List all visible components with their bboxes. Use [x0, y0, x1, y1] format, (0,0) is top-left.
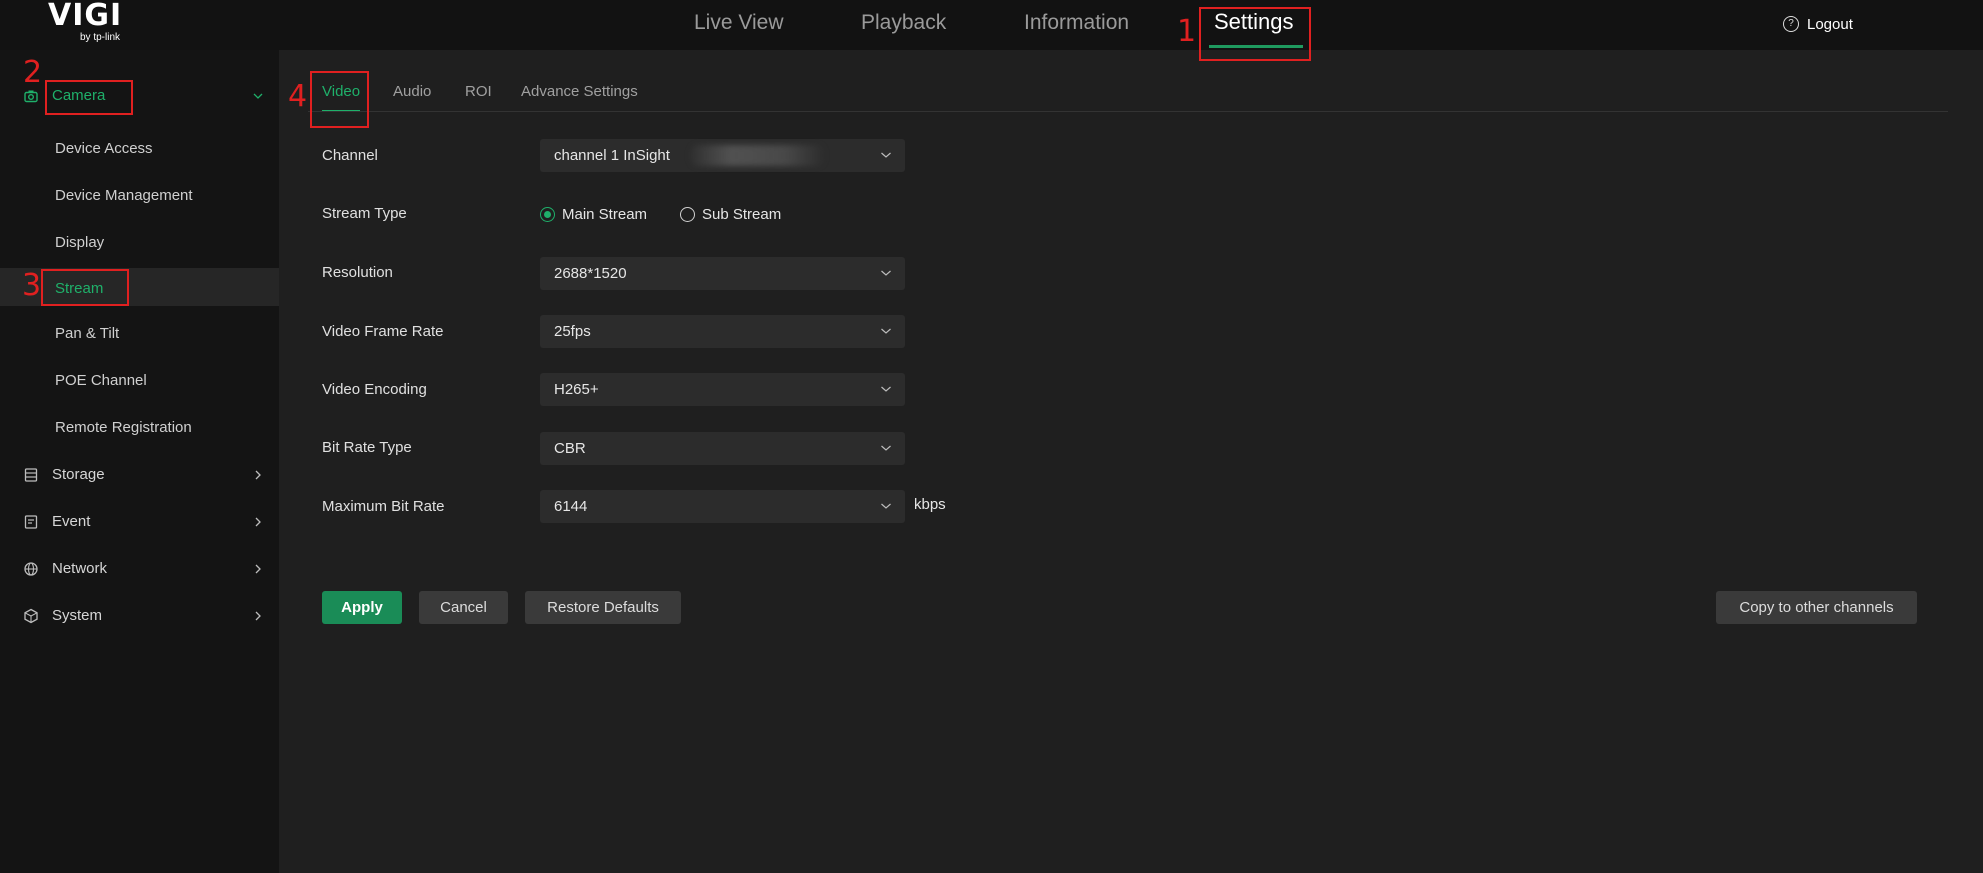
chevron-right-icon[interactable]: [251, 560, 265, 578]
copy-to-channels-button[interactable]: Copy to other channels: [1716, 591, 1917, 624]
radio-label: Main Stream: [562, 205, 648, 223]
camera-icon: [24, 90, 38, 103]
chevron-right-icon[interactable]: [251, 607, 265, 625]
tab-advance-settings[interactable]: Advance Settings: [521, 82, 638, 102]
nav-live-view[interactable]: Live View: [694, 10, 784, 36]
encoding-label: Video Encoding: [322, 381, 427, 398]
encoding-value: H265+: [554, 381, 599, 398]
annotation-number-2: 2: [23, 55, 43, 90]
sidebar-item-label: Device Management: [55, 187, 193, 204]
sidebar-group-storage[interactable]: Storage: [0, 457, 279, 493]
chevron-down-icon[interactable]: [251, 87, 265, 105]
sidebar-group-network[interactable]: Network: [0, 551, 279, 587]
chevron-down-icon: [881, 445, 891, 451]
sidebar-item-device-access[interactable]: Device Access: [0, 130, 279, 168]
globe-icon: [24, 562, 38, 576]
bit-rate-type-label: Bit Rate Type: [322, 439, 412, 456]
bit-rate-type-value: CBR: [554, 440, 586, 457]
frame-rate-select[interactable]: 25fps: [540, 315, 905, 348]
sidebar-item-display[interactable]: Display: [0, 224, 279, 262]
chevron-right-icon[interactable]: [251, 466, 265, 484]
cancel-button[interactable]: Cancel: [419, 591, 508, 624]
sidebar-item-device-management[interactable]: Device Management: [0, 177, 279, 215]
annotation-number-3: 3: [22, 268, 42, 303]
chevron-down-icon: [881, 503, 891, 509]
stream-type-label: Stream Type: [322, 205, 407, 222]
annotation-box-camera: [45, 80, 133, 115]
sidebar-item-label: Display: [55, 234, 105, 251]
encoding-select[interactable]: H265+: [540, 373, 905, 406]
sidebar-item-label: Device Access: [55, 140, 153, 157]
sidebar-item-poe-channel[interactable]: POE Channel: [0, 362, 279, 400]
system-cube-icon: [24, 608, 38, 624]
sidebar-item-label: Remote Registration: [55, 419, 192, 436]
sidebar-group-label: Event: [52, 513, 91, 530]
top-navigation-bar: VIGI by tp-link Live View Playback Infor…: [0, 0, 1983, 50]
logo-text: VIGI: [48, 0, 123, 33]
storage-icon: [24, 468, 38, 482]
chevron-down-icon: [881, 386, 891, 392]
frame-rate-label: Video Frame Rate: [322, 323, 444, 340]
resolution-value: 2688*1520: [554, 265, 627, 282]
nav-playback[interactable]: Playback: [861, 10, 946, 36]
apply-button[interactable]: Apply: [322, 591, 402, 624]
chevron-down-icon: [881, 328, 891, 334]
tab-audio[interactable]: Audio: [393, 82, 431, 102]
nav-information[interactable]: Information: [1024, 10, 1129, 36]
annotation-box-video-tab: [310, 71, 369, 128]
annotation-box-stream: [41, 269, 129, 306]
chevron-right-icon[interactable]: [251, 513, 265, 531]
sidebar-item-remote-registration[interactable]: Remote Registration: [0, 409, 279, 447]
channel-value: channel 1 InSight: [554, 147, 670, 164]
tab-roi[interactable]: ROI: [465, 82, 492, 102]
logo-tagline: by tp-link: [80, 32, 121, 43]
radio-label: Sub Stream: [702, 205, 782, 223]
max-bit-rate-label: Maximum Bit Rate: [322, 498, 445, 515]
sidebar-item-label: Pan & Tilt: [55, 325, 120, 342]
sidebar-item-pan-tilt[interactable]: Pan & Tilt: [0, 315, 279, 353]
redacted-channel-name: [690, 145, 825, 166]
chevron-down-icon: [881, 152, 891, 158]
restore-defaults-button[interactable]: Restore Defaults: [525, 591, 681, 624]
radio-unchecked-icon: [680, 206, 695, 222]
sub-stream-radio[interactable]: Sub Stream: [680, 204, 781, 224]
channel-label: Channel: [322, 147, 378, 164]
sidebar: Camera Device Access Device Management D…: [0, 50, 279, 873]
frame-rate-value: 25fps: [554, 323, 591, 340]
channel-select[interactable]: channel 1 InSight: [540, 139, 905, 172]
sidebar-group-event[interactable]: Event: [0, 504, 279, 540]
annotation-number-1: 1: [1177, 14, 1197, 49]
resolution-label: Resolution: [322, 264, 393, 281]
tab-divider: [308, 111, 1948, 112]
logout-label: Logout: [1807, 15, 1853, 33]
main-stream-radio[interactable]: Main Stream: [540, 204, 647, 224]
annotation-number-4: 4: [288, 79, 308, 114]
vigi-logo: VIGI by tp-link: [48, 1, 132, 45]
resolution-select[interactable]: 2688*1520: [540, 257, 905, 290]
max-bit-rate-value: 6144: [554, 498, 588, 515]
sidebar-group-system[interactable]: System: [0, 598, 279, 634]
event-icon: [24, 515, 38, 529]
logout-button[interactable]: ? Logout: [1783, 14, 1853, 34]
bit-rate-type-select[interactable]: CBR: [540, 432, 905, 465]
annotation-box-settings: [1199, 7, 1311, 61]
radio-checked-icon: [540, 206, 555, 222]
sidebar-group-label: Storage: [52, 466, 105, 483]
max-bit-rate-select[interactable]: 6144: [540, 490, 905, 523]
sidebar-group-label: System: [52, 607, 103, 624]
help-icon: ?: [1783, 16, 1799, 32]
sidebar-group-label: Network: [52, 560, 108, 577]
sidebar-item-label: POE Channel: [55, 372, 147, 389]
bit-rate-unit: kbps: [914, 496, 946, 513]
chevron-down-icon: [881, 270, 891, 276]
